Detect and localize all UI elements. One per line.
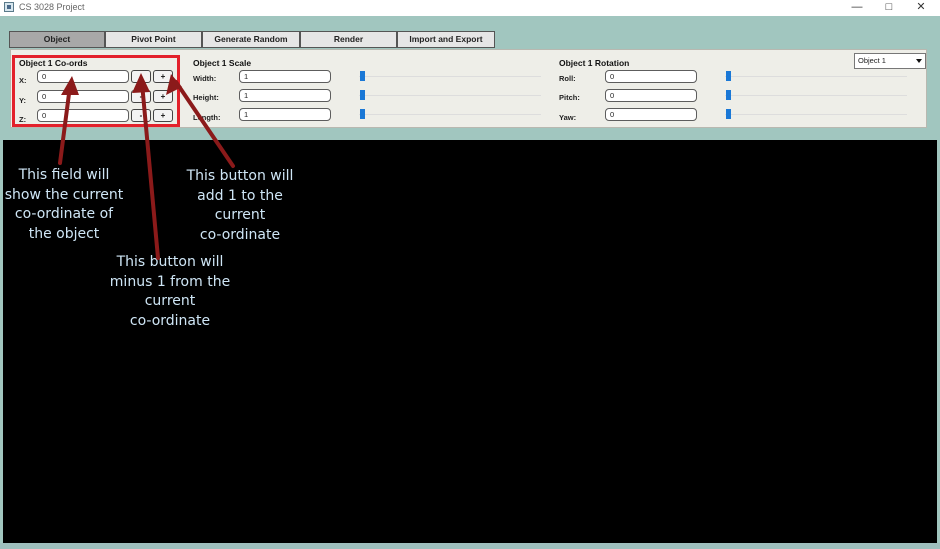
annotation-plus-line: current xyxy=(214,207,266,223)
tab-render[interactable]: Render xyxy=(300,31,397,48)
annotation-plus-line: This button will xyxy=(186,168,294,184)
annotation-minus-line: current xyxy=(144,293,196,309)
annotation-field-line: the object xyxy=(28,225,100,242)
scale-height-slider-thumb[interactable] xyxy=(360,90,365,100)
object-select-value: Object 1 xyxy=(858,56,886,65)
window-title: CS 3028 Project xyxy=(19,2,85,12)
annotation-field: This field will show the current co-ordi… xyxy=(3,166,125,244)
rotation-roll-slider[interactable] xyxy=(725,76,907,77)
scale-title: Object 1 Scale xyxy=(193,58,252,68)
rotation-yaw-slider-thumb[interactable] xyxy=(726,109,731,119)
app-window: CS 3028 Project — □ ✕ Object Pivot Point… xyxy=(0,0,940,549)
annotation-minus-line: minus 1 from the xyxy=(109,273,231,290)
scale-width-slider[interactable] xyxy=(359,76,541,77)
bottom-edge xyxy=(0,543,940,549)
scale-length-field[interactable]: 1 xyxy=(239,108,331,121)
rotation-title: Object 1 Rotation xyxy=(559,58,630,68)
rotation-yaw-field[interactable]: 0 xyxy=(605,108,697,121)
annotation-plus-line: co-ordinate xyxy=(199,226,281,243)
minimize-icon[interactable]: — xyxy=(842,0,872,16)
title-bar: CS 3028 Project — □ ✕ xyxy=(0,0,940,16)
scale-length-slider-thumb[interactable] xyxy=(360,109,365,119)
scale-height-field[interactable]: 1 xyxy=(239,89,331,102)
annotation-minus-line: co-ordinate xyxy=(129,312,211,329)
rotation-pitch-slider-thumb[interactable] xyxy=(726,90,731,100)
rotation-label-roll: Roll: xyxy=(559,74,576,83)
rotation-pitch-slider[interactable] xyxy=(725,95,907,96)
rotation-label-pitch: Pitch: xyxy=(559,93,580,102)
tab-pivot-point[interactable]: Pivot Point xyxy=(105,31,202,48)
scale-label-height: Height: xyxy=(193,93,219,102)
scale-label-length: Length: xyxy=(193,113,221,122)
scale-length-slider[interactable] xyxy=(359,114,541,115)
scale-height-slider[interactable] xyxy=(359,95,541,96)
annotation-field-line: show the current xyxy=(4,186,124,203)
render-viewport[interactable]: This field will show the current co-ordi… xyxy=(3,140,937,543)
close-icon[interactable]: ✕ xyxy=(906,0,936,16)
scale-label-width: Width: xyxy=(193,74,217,83)
rotation-yaw-slider[interactable] xyxy=(725,114,907,115)
scale-width-slider-thumb[interactable] xyxy=(360,71,365,81)
highlight-box xyxy=(12,55,180,127)
rotation-pitch-field[interactable]: 0 xyxy=(605,89,697,102)
scale-width-field[interactable]: 1 xyxy=(239,70,331,83)
annotation-plus: This button will add 1 to the current co… xyxy=(179,167,301,245)
annotation-field-line: This field will xyxy=(18,167,110,183)
rotation-roll-slider-thumb[interactable] xyxy=(726,71,731,81)
app-icon xyxy=(4,2,14,12)
tab-object[interactable]: Object xyxy=(9,31,105,48)
maximize-icon[interactable]: □ xyxy=(874,0,904,16)
rotation-roll-field[interactable]: 0 xyxy=(605,70,697,83)
annotation-minus: This button will minus 1 from the curren… xyxy=(107,253,233,331)
object-select[interactable]: Object 1 xyxy=(854,53,926,69)
chevron-down-icon[interactable] xyxy=(916,59,922,63)
tab-generate-random[interactable]: Generate Random xyxy=(202,31,300,48)
tab-import-export[interactable]: Import and Export xyxy=(397,31,495,48)
annotation-field-line: co-ordinate of xyxy=(14,206,114,222)
annotation-minus-line: This button will xyxy=(116,254,224,270)
rotation-label-yaw: Yaw: xyxy=(559,113,577,122)
annotation-plus-line: add 1 to the xyxy=(197,187,283,204)
